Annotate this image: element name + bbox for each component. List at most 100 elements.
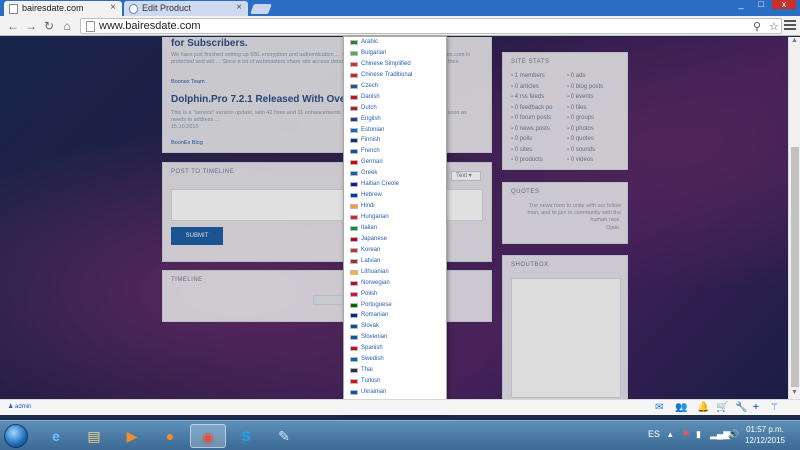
back-arrow-icon[interactable]: ←	[6, 19, 20, 33]
language-option[interactable]: Chinese Simplified	[344, 59, 446, 70]
language-option[interactable]: Lithuanian	[344, 267, 446, 278]
firefox-icon[interactable]: ●	[152, 424, 188, 448]
language-option[interactable]: Slovak	[344, 321, 446, 332]
flag-icon	[350, 193, 358, 199]
plus-icon[interactable]: +	[753, 402, 759, 413]
language-option[interactable]: Turkish	[344, 376, 446, 387]
language-label: Spanish	[361, 345, 383, 352]
language-option[interactable]: Dutch	[344, 103, 446, 114]
language-option[interactable]: Chinese Traditional	[344, 70, 446, 81]
minimize-button[interactable]: _	[732, 0, 750, 9]
flag-icon	[350, 390, 358, 395]
flag-icon	[350, 313, 358, 319]
language-option[interactable]: Hindi	[344, 201, 446, 212]
scrollbar-thumb[interactable]	[791, 147, 799, 387]
language-option[interactable]: Portuguese	[344, 300, 446, 311]
language-option[interactable]: Bulgarian	[344, 48, 446, 59]
page-scrollbar[interactable]: ▲ ▼	[788, 37, 800, 399]
language-option[interactable]: Czech	[344, 81, 446, 92]
skype-icon[interactable]: S	[228, 424, 264, 448]
language-indicator[interactable]: ES	[648, 429, 660, 439]
close-tab-icon[interactable]: ×	[110, 2, 116, 13]
language-option[interactable]: Korean	[344, 245, 446, 256]
forward-arrow-icon[interactable]: →	[24, 19, 38, 33]
chrome-icon[interactable]: ◉	[190, 424, 226, 448]
language-option[interactable]: German	[344, 157, 446, 168]
people-icon[interactable]: 👥	[675, 402, 687, 413]
language-label: Bulgarian	[361, 49, 387, 56]
bookmark-star-icon[interactable]: ☆	[769, 20, 779, 33]
clock-date: 12/12/2015	[744, 436, 786, 445]
language-option[interactable]: Haitian Creole	[344, 179, 446, 190]
reload-icon[interactable]: ↻	[42, 19, 56, 33]
close-window-button[interactable]: x	[772, 0, 796, 9]
browser-toolbar: ← → ↻ ⌂ ⚲ ☆	[0, 16, 800, 36]
file-explorer-icon[interactable]: ▤	[76, 424, 112, 448]
language-option[interactable]: French	[344, 146, 446, 157]
tab-label: bairesdate.com	[22, 3, 84, 13]
internet-explorer-icon[interactable]: e	[38, 424, 74, 448]
language-option[interactable]: Greek	[344, 168, 446, 179]
language-option[interactable]: Spanish	[344, 343, 446, 354]
language-option[interactable]: Latvian	[344, 256, 446, 267]
maximize-button[interactable]: □	[752, 0, 770, 9]
flag-icon	[350, 269, 358, 275]
language-option[interactable]: English	[344, 114, 446, 125]
tab-bairesdate[interactable]: bairesdate.com ×	[4, 1, 122, 16]
language-option[interactable]: Arabic	[344, 37, 446, 48]
tab-edit-product[interactable]: Edit Product ×	[124, 1, 248, 16]
menu-icon[interactable]	[784, 19, 796, 31]
language-option[interactable]: Romanian	[344, 310, 446, 321]
address-bar[interactable]: ⚲ ☆	[80, 18, 782, 34]
flag-icon	[350, 258, 358, 264]
url-input[interactable]	[99, 19, 719, 33]
language-label: Arabic	[361, 39, 379, 45]
flag-icon	[350, 72, 358, 78]
flag-icon	[350, 368, 358, 374]
language-option[interactable]: Estonian	[344, 125, 446, 136]
language-option[interactable]: Slovenian	[344, 332, 446, 343]
volume-icon[interactable]: 🔊	[728, 429, 739, 440]
language-label: Greek	[361, 170, 378, 177]
language-option[interactable]: Italian	[344, 223, 446, 234]
language-label: Norwegian	[361, 279, 390, 286]
language-option[interactable]: Finnish	[344, 135, 446, 146]
search-icon[interactable]: ⚲	[753, 20, 761, 33]
language-label: Hebrew	[361, 192, 382, 199]
language-option[interactable]: Danish	[344, 92, 446, 103]
scroll-up-icon[interactable]: ▲	[789, 37, 800, 47]
language-option[interactable]: Ukrainian	[344, 387, 446, 398]
flag-icon	[350, 324, 358, 330]
language-option[interactable]: Norwegian	[344, 278, 446, 289]
mail-icon[interactable]: ✉	[655, 402, 663, 413]
magic-wand-icon[interactable]: ⚚	[770, 402, 779, 413]
language-label: Portuguese	[361, 301, 392, 308]
language-label: Haitian Creole	[361, 181, 400, 188]
bell-icon[interactable]: 🔔	[697, 402, 709, 413]
language-label: Lithuanian	[361, 268, 389, 275]
wrench-icon[interactable]: 🔧	[735, 402, 747, 413]
close-tab-icon[interactable]: ×	[236, 2, 242, 13]
cart-icon[interactable]: 🛒	[716, 402, 728, 413]
home-icon[interactable]: ⌂	[60, 19, 74, 33]
network-icon[interactable]: ▮	[696, 429, 701, 440]
paint-icon[interactable]: ✎	[266, 424, 302, 448]
language-dropdown[interactable]: Arabic Bulgarian Chinese Simplified Chinese…	[343, 36, 447, 415]
language-option[interactable]: Polish	[344, 289, 446, 300]
flag-icon	[350, 149, 358, 155]
flag-icon	[350, 357, 358, 363]
clock[interactable]: 01:57 p.m. 12/12/2015	[740, 424, 790, 446]
language-option[interactable]: Thai	[344, 365, 446, 376]
language-option[interactable]: Hungarian	[344, 212, 446, 223]
language-option[interactable]: Hebrew	[344, 190, 446, 201]
user-link[interactable]: admin	[8, 403, 31, 410]
language-option[interactable]: Japanese	[344, 234, 446, 245]
media-player-icon[interactable]: ▶	[114, 424, 150, 448]
scroll-down-icon[interactable]: ▼	[789, 389, 800, 399]
tray-expand-icon[interactable]: ▴	[668, 429, 673, 440]
action-center-icon[interactable]: ⚑	[682, 429, 690, 440]
start-button[interactable]	[4, 424, 28, 448]
new-tab-button[interactable]	[250, 4, 272, 14]
flag-icon	[350, 40, 358, 45]
language-option[interactable]: Swedish	[344, 354, 446, 365]
